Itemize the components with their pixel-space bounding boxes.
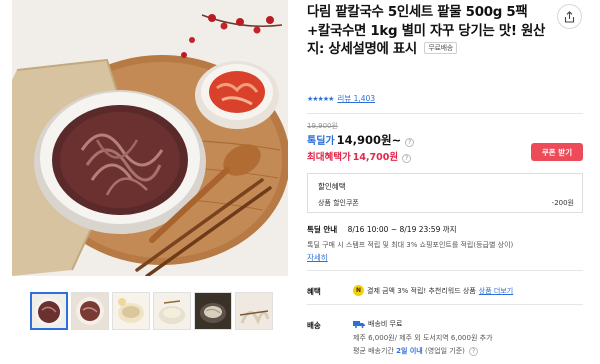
thumbnail-4[interactable] xyxy=(153,292,191,330)
deal-price-row: 톡딜가 14,900원~ ? xyxy=(307,132,415,148)
deal-price-label: 톡딜가 xyxy=(307,136,335,147)
benefit-row: N 결제 금액 3% 적립! 추천리워드 상품 상품 더보기 xyxy=(353,285,513,296)
truck-icon xyxy=(353,321,365,328)
thumbnail-6-image xyxy=(236,293,272,329)
rating-row: ★★★★★ 리뷰 1,403 xyxy=(307,93,375,104)
share-icon xyxy=(564,10,575,23)
thumbnail-5[interactable] xyxy=(194,292,232,330)
divider xyxy=(307,113,583,114)
benefit-label: 혜택 xyxy=(307,287,321,296)
pay-icon: N xyxy=(353,285,364,296)
coupon-amount: -200원 xyxy=(551,199,574,207)
deal-period: 8/16 10:00 ~ 8/19 23:59 까지 xyxy=(347,225,457,234)
question-icon[interactable]: ? xyxy=(469,347,479,356)
deal-detail-link[interactable]: 자세히 xyxy=(307,252,328,263)
review-count-link[interactable]: 리뷰 1,403 xyxy=(337,93,375,104)
share-button[interactable] xyxy=(557,4,582,29)
discount-benefit-box: 할인혜택 상품 할인쿠폰 -200원 xyxy=(307,173,583,213)
thumbnail-1[interactable] xyxy=(30,292,68,330)
thumbnail-5-image xyxy=(195,293,231,329)
shipping-extra-cost: 제주 6,000원/ 제주 외 도서지역 6,000원 추가 xyxy=(353,334,493,342)
deal-price: 14,900원~ xyxy=(336,133,402,147)
discount-header: 할인혜택 xyxy=(318,182,346,191)
product-photo-illustration xyxy=(12,0,288,276)
thumbnail-6[interactable] xyxy=(235,292,273,330)
deal-notice-row: 톡딜 안내 8/16 10:00 ~ 8/19 23:59 까지 xyxy=(307,224,457,235)
thumbnail-4-image xyxy=(154,293,190,329)
deal-stamp-text: 톡딜 구매 시 스탬프 적립 및 최대 3% 쇼핑포인트를 적립(등급별 상이) xyxy=(307,241,514,249)
coupon-name: 상품 할인쿠폰 xyxy=(318,199,359,207)
shipping-period-suffix: (영업일 기준) xyxy=(424,347,465,355)
thumbnail-strip xyxy=(30,292,273,330)
benefit-more-link[interactable]: 상품 더보기 xyxy=(479,286,513,296)
shipping-period-prefix: 평균 배송기간 xyxy=(353,347,394,355)
thumbnail-2-image xyxy=(72,293,108,329)
star-icon: ★★★★★ xyxy=(307,94,334,103)
coupon-download-button[interactable]: 쿠폰 받기 xyxy=(531,143,583,161)
thumbnail-3-image xyxy=(113,293,149,329)
divider xyxy=(307,270,583,271)
benefit-text: 결제 금액 3% 적립! 추천리워드 상품 xyxy=(367,286,476,295)
product-title: 다림 팥칼국수 5인세트 팥물 500g 5팩+칼국수면 1kg 별미 자꾸 당… xyxy=(307,4,547,60)
max-benefit-label: 최대혜택가 xyxy=(307,152,351,163)
question-icon[interactable]: ? xyxy=(402,154,412,163)
shipping-label: 배송 xyxy=(307,321,321,330)
deal-notice-label: 톡딜 안내 xyxy=(307,225,338,234)
thumbnail-2[interactable] xyxy=(71,292,109,330)
free-shipping-tag: 무료배송 xyxy=(424,42,457,54)
thumbnail-1-image xyxy=(32,294,66,328)
shipping-period-row: 평균 배송기간 2일 이내 (영업일 기준) ? xyxy=(353,346,479,356)
question-icon[interactable]: ? xyxy=(405,138,415,147)
shipping-free-text: 배송비 무료 xyxy=(368,320,403,328)
shipping-period-value: 2일 이내 xyxy=(396,347,423,355)
main-product-image[interactable] xyxy=(12,0,288,276)
thumbnail-3[interactable] xyxy=(112,292,150,330)
divider xyxy=(307,304,583,305)
max-benefit-price: 14,700원 xyxy=(352,152,399,163)
max-benefit-price-row: 최대혜택가 14,700원 ? xyxy=(307,149,412,163)
original-price: 19,900원 xyxy=(307,122,338,130)
shipping-free-row: 배송비 무료 xyxy=(353,319,402,329)
